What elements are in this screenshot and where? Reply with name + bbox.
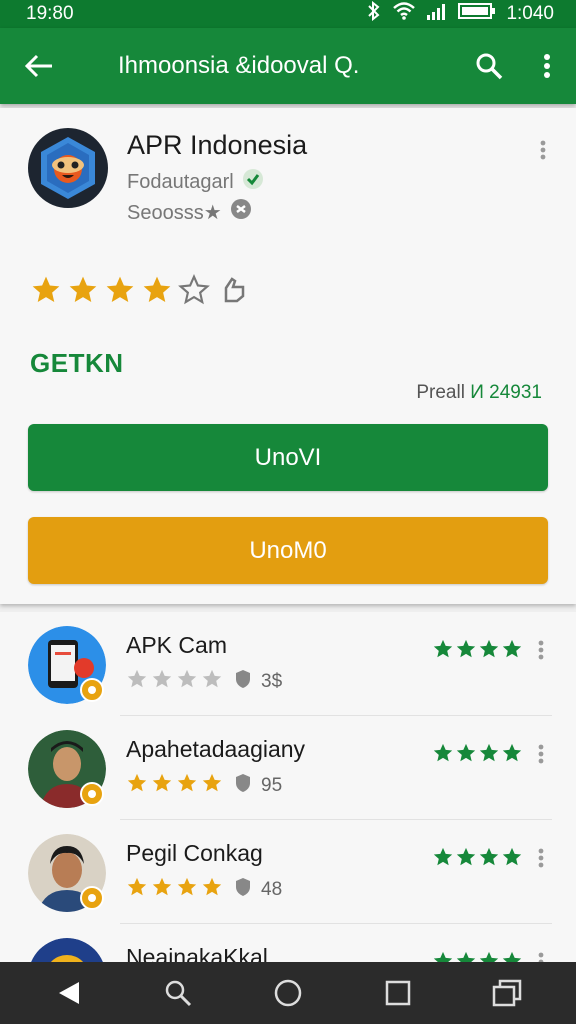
shield-icon bbox=[234, 669, 252, 695]
app-developer[interactable]: Fodautagarl bbox=[127, 171, 234, 194]
list-item[interactable]: Pegil Conkag 48 bbox=[0, 820, 576, 924]
install-button[interactable]: UnoVI bbox=[28, 424, 548, 491]
appbar-title: Ihmoonsia &idooval Q. bbox=[118, 52, 360, 79]
app-name: APR Indonesia bbox=[127, 130, 308, 160]
star-filled-icon bbox=[432, 950, 454, 962]
bluetooth-icon bbox=[366, 0, 382, 27]
list-item[interactable]: APK Cam 3$ bbox=[0, 612, 576, 716]
row-more-icon[interactable] bbox=[538, 640, 544, 665]
nav-search-icon[interactable] bbox=[148, 979, 208, 1007]
status-clock: 1:040 bbox=[506, 3, 554, 24]
more-vert-icon[interactable] bbox=[518, 53, 576, 79]
list-item[interactable]: NeainakaKkal bbox=[0, 924, 576, 962]
list-item-count: 3$ bbox=[261, 671, 283, 692]
list-item-name: APK Cam bbox=[126, 632, 227, 658]
price-value: И 24931 bbox=[470, 382, 542, 403]
star-filled-icon bbox=[141, 274, 173, 311]
star-filled-icon bbox=[176, 876, 198, 904]
shield-icon bbox=[234, 773, 252, 799]
star-filled-icon bbox=[501, 742, 523, 769]
list-item-name: Apahetadaagiany bbox=[126, 736, 306, 762]
star-filled-icon bbox=[67, 274, 99, 311]
badge-icon bbox=[80, 886, 104, 910]
star-filled-icon bbox=[151, 668, 173, 696]
star-filled-icon bbox=[455, 638, 477, 665]
star-filled-icon bbox=[478, 638, 500, 665]
row-more-icon[interactable] bbox=[538, 952, 544, 962]
battery-icon bbox=[458, 2, 496, 26]
star-filled-icon bbox=[30, 274, 62, 311]
related-apps-list: APK Cam 3$ Apahetadaagiany 95 Pegil Conk… bbox=[0, 612, 576, 962]
row-star-rating bbox=[432, 742, 523, 769]
star-empty-icon bbox=[178, 274, 210, 311]
row-more-icon[interactable] bbox=[538, 848, 544, 873]
star-filled-icon bbox=[478, 742, 500, 769]
system-nav-bar bbox=[0, 962, 576, 1024]
star-filled-icon bbox=[201, 876, 223, 904]
shield-icon bbox=[234, 877, 252, 903]
row-star-rating bbox=[432, 950, 523, 962]
star-filled-icon bbox=[455, 950, 477, 962]
star-filled-icon bbox=[201, 772, 223, 800]
app-bar: Ihmoonsia &idooval Q. bbox=[0, 28, 576, 104]
list-item-meta: 3$ bbox=[126, 668, 282, 696]
badge-icon bbox=[80, 678, 104, 702]
star-filled-icon bbox=[126, 876, 148, 904]
search-icon[interactable] bbox=[460, 52, 518, 80]
star-filled-icon bbox=[126, 772, 148, 800]
nav-home-icon[interactable] bbox=[258, 979, 318, 1007]
star-filled-icon bbox=[151, 772, 173, 800]
app-detail-card: APR Indonesia Fodautagarl Seoosss★ GETKN… bbox=[0, 108, 576, 604]
star-filled-icon bbox=[455, 846, 477, 873]
star-filled-icon bbox=[176, 668, 198, 696]
badge-icon bbox=[80, 782, 104, 806]
star-filled-icon bbox=[478, 846, 500, 873]
star-filled-icon bbox=[455, 742, 477, 769]
list-item-count: 95 bbox=[261, 775, 283, 796]
star-filled-icon bbox=[432, 742, 454, 769]
row-star-rating bbox=[432, 846, 523, 873]
row-more-icon[interactable] bbox=[538, 744, 544, 769]
nav-recents-icon[interactable] bbox=[368, 980, 428, 1006]
wifi-icon bbox=[392, 2, 416, 26]
star-filled-icon bbox=[151, 876, 173, 904]
app-avatar bbox=[28, 938, 106, 962]
app-logo-icon bbox=[28, 128, 108, 208]
status-bar: 19:80 1:040 bbox=[0, 0, 576, 28]
signal-icon bbox=[426, 2, 448, 26]
star-filled-icon bbox=[501, 846, 523, 873]
list-item-name: Pegil Conkag bbox=[126, 840, 263, 866]
app-category[interactable]: Seoosss★ bbox=[127, 200, 222, 225]
list-item-name: NeainakaKkal bbox=[126, 944, 268, 962]
nav-overview-icon[interactable] bbox=[477, 979, 537, 1007]
list-item-count: 48 bbox=[261, 879, 283, 900]
thumb-icon bbox=[221, 276, 247, 309]
list-item-meta: 95 bbox=[126, 772, 282, 800]
list-item-meta: 48 bbox=[126, 876, 282, 904]
list-item[interactable]: Apahetadaagiany 95 bbox=[0, 716, 576, 820]
nav-back-icon[interactable] bbox=[39, 980, 99, 1006]
get-label: GETKN bbox=[30, 348, 124, 378]
star-filled-icon bbox=[432, 846, 454, 873]
category-icon bbox=[230, 198, 252, 226]
secondary-button[interactable]: UnoM0 bbox=[28, 517, 548, 584]
star-filled-icon bbox=[201, 668, 223, 696]
row-star-rating bbox=[432, 638, 523, 665]
star-filled-icon bbox=[104, 274, 136, 311]
star-filled-icon bbox=[478, 950, 500, 962]
star-filled-icon bbox=[126, 668, 148, 696]
star-filled-icon bbox=[176, 772, 198, 800]
star-filled-icon bbox=[432, 638, 454, 665]
price-label: Preall bbox=[416, 382, 465, 403]
price-line: Preall И 24931 bbox=[416, 382, 542, 404]
status-time: 19:80 bbox=[26, 3, 74, 24]
back-arrow-icon[interactable] bbox=[0, 53, 78, 79]
star-filled-icon bbox=[501, 950, 523, 962]
star-filled-icon bbox=[501, 638, 523, 665]
verified-icon bbox=[242, 168, 264, 196]
app-rating bbox=[30, 274, 247, 311]
card-more-icon[interactable] bbox=[540, 140, 546, 165]
